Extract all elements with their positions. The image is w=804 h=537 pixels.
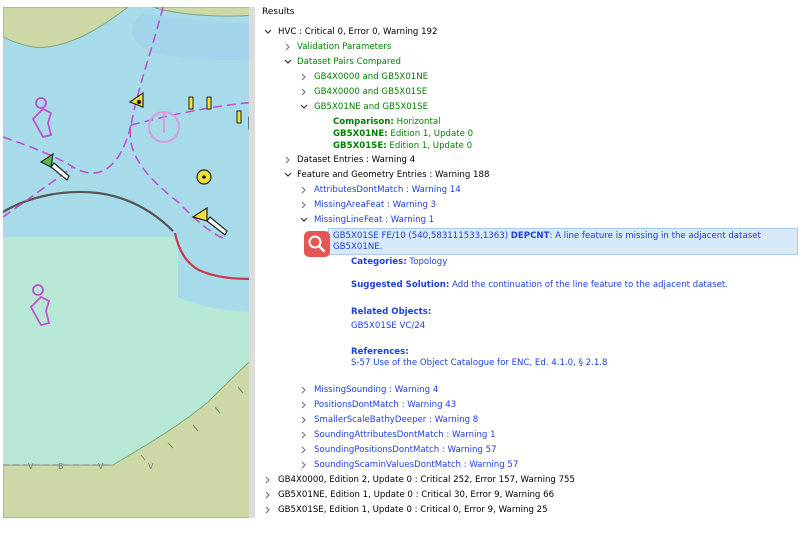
- tree-node-dataset[interactable]: GB4X0000, Edition 2, Update 0 : Critical…: [278, 474, 575, 486]
- chevron-right-icon[interactable]: [300, 86, 308, 98]
- chevron-down-icon[interactable]: [300, 101, 308, 113]
- tree-node-check[interactable]: PositionsDontMatch : Warning 43: [314, 399, 456, 411]
- tree-node-check[interactable]: SoundingScaminValuesDontMatch : Warning …: [314, 459, 518, 471]
- chevron-down-icon[interactable]: [264, 26, 272, 38]
- tree-node-pair[interactable]: GB5X01NE and GB5X01SE: [314, 101, 428, 113]
- magnifier-icon: [308, 235, 326, 253]
- svg-text:V: V: [148, 462, 154, 471]
- svg-text:B: B: [58, 462, 64, 471]
- tree-node-check[interactable]: SmallerScaleBathyDeeper : Warning 8: [314, 414, 478, 426]
- reference-text: S-57 Use of the Object Catalogue for ENC…: [351, 358, 608, 368]
- chevron-right-icon[interactable]: [300, 71, 308, 83]
- chevron-right-icon[interactable]: [300, 399, 308, 411]
- zoom-to-issue-button[interactable]: [304, 231, 330, 257]
- chevron-right-icon[interactable]: [300, 199, 308, 211]
- edition-detail: GB5X01SE: Edition 1, Update 0: [333, 141, 473, 151]
- tree-node-check[interactable]: SoundingPositionsDontMatch : Warning 57: [314, 444, 497, 456]
- suggested-solution-detail: Suggested Solution: Add the continuation…: [351, 280, 728, 290]
- chevron-right-icon[interactable]: [300, 444, 308, 456]
- tree-node-dataset-entries[interactable]: Dataset Entries : Warning 4: [297, 154, 415, 166]
- chevron-right-icon[interactable]: [284, 154, 292, 166]
- chevron-down-icon[interactable]: [300, 214, 308, 226]
- tree-node-hvc[interactable]: HVC : Critical 0, Error 0, Warning 192: [278, 26, 438, 38]
- tree-node-feature-geometry[interactable]: Feature and Geometry Entries : Warning 1…: [297, 169, 489, 181]
- tree-node-check[interactable]: MissingAreaFeat : Warning 3: [314, 199, 436, 211]
- tree-node-check[interactable]: AttributesDontMatch : Warning 14: [314, 184, 461, 196]
- chevron-right-icon[interactable]: [300, 459, 308, 471]
- tree-node-check[interactable]: MissingLineFeat : Warning 1: [314, 214, 434, 226]
- map-scrollbar[interactable]: [249, 7, 255, 518]
- svg-text:V: V: [28, 462, 34, 471]
- tree-node-check[interactable]: SoundingAttributesDontMatch : Warning 1: [314, 429, 496, 441]
- chevron-right-icon[interactable]: [300, 414, 308, 426]
- svg-text:V: V: [98, 462, 104, 471]
- chevron-right-icon[interactable]: [284, 41, 292, 53]
- tree-node-pair[interactable]: GB4X0000 and GB5X01SE: [314, 86, 427, 98]
- issue-text-line2[interactable]: GB5X01NE.: [333, 241, 382, 253]
- chevron-down-icon[interactable]: [284, 56, 292, 68]
- chevron-right-icon[interactable]: [264, 489, 272, 501]
- chevron-right-icon[interactable]: [300, 184, 308, 196]
- results-title: Results: [262, 7, 295, 17]
- tree-node-dataset-pairs[interactable]: Dataset Pairs Compared: [297, 56, 401, 68]
- issue-text-line1[interactable]: GB5X01SE FE/10 (540,583111533,1363) DEPC…: [333, 230, 761, 242]
- tree-node-pair[interactable]: GB4X0000 and GB5X01NE: [314, 71, 428, 83]
- tree-node-validation-parameters[interactable]: Validation Parameters: [297, 41, 391, 53]
- chevron-right-icon[interactable]: [264, 504, 272, 516]
- comparison-detail: Comparison: Horizontal: [333, 117, 441, 127]
- chart-map-view[interactable]: V B V V: [3, 7, 255, 518]
- related-objects-heading: Related Objects:: [351, 307, 432, 317]
- edition-detail: GB5X01NE: Edition 1, Update 0: [333, 129, 474, 139]
- categories-detail: Categories: Topology: [351, 257, 448, 267]
- chevron-right-icon[interactable]: [264, 474, 272, 486]
- tree-node-dataset[interactable]: GB5X01NE, Edition 1, Update 0 : Critical…: [278, 489, 554, 501]
- chevron-down-icon[interactable]: [284, 169, 292, 181]
- chevron-right-icon[interactable]: [300, 384, 308, 396]
- related-object-link[interactable]: GB5X01SE VC/24: [351, 320, 425, 332]
- chevron-right-icon[interactable]: [300, 429, 308, 441]
- tree-node-dataset[interactable]: GB5X01SE, Edition 1, Update 0 : Critical…: [278, 504, 548, 516]
- tree-node-check[interactable]: MissingSounding : Warning 4: [314, 384, 438, 396]
